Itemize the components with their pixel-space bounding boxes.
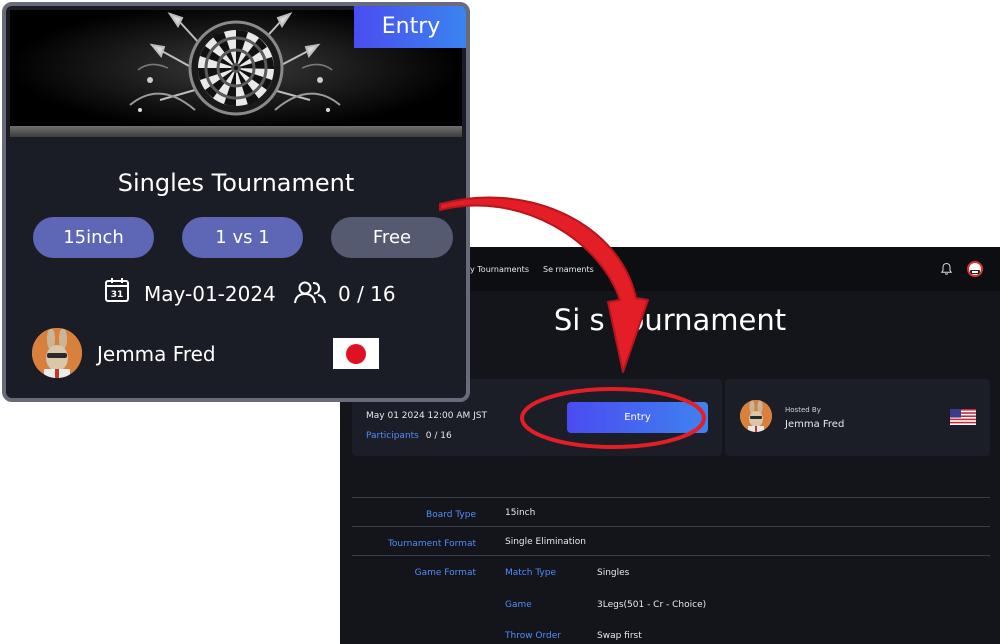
throw-order-value: Swap first bbox=[597, 631, 642, 641]
row-divider bbox=[352, 555, 990, 556]
us-flag-icon bbox=[950, 409, 976, 425]
entry-fee-tag: Free bbox=[331, 217, 453, 258]
host-avatar bbox=[32, 328, 82, 378]
host-card: Hosted By Jemma Fred bbox=[725, 379, 990, 456]
card-date: May-01-2024 bbox=[144, 282, 276, 306]
tournament-datetime: May 01 2024 12:00 AM JST bbox=[366, 411, 487, 421]
tournament-format-label: Tournament Format bbox=[387, 539, 476, 549]
nav-search-tournaments[interactable]: Se rnaments bbox=[543, 265, 594, 274]
board-size-tag: 15inch bbox=[33, 217, 154, 258]
board-type-value: 15inch bbox=[505, 508, 536, 518]
match-type-value: Singles bbox=[597, 568, 630, 578]
host-avatar bbox=[740, 400, 772, 432]
svg-text:31: 31 bbox=[111, 290, 124, 300]
match-mode-tag: 1 vs 1 bbox=[182, 217, 303, 258]
row-divider bbox=[352, 526, 990, 527]
game-format-label: Game Format bbox=[414, 568, 476, 578]
people-icon bbox=[294, 281, 326, 304]
participants-count: 0 / 16 bbox=[425, 431, 452, 441]
host-name: Jemma Fred bbox=[97, 342, 216, 366]
tournament-format-value: Single Elimination bbox=[505, 537, 586, 547]
game-value: 3Legs(501 - Cr - Choice) bbox=[597, 600, 707, 610]
participants-info: Participants 0 / 16 bbox=[366, 431, 452, 441]
entry-badge[interactable]: Entry bbox=[354, 6, 466, 48]
nav-my-tournaments[interactable]: y Tournaments bbox=[470, 265, 529, 274]
jp-flag-icon bbox=[333, 338, 379, 369]
user-avatar[interactable] bbox=[967, 261, 983, 277]
row-divider bbox=[352, 497, 990, 498]
participant-count: 0 / 16 bbox=[338, 282, 396, 306]
tournament-details-table: Board Type 15inch Tournament Format Sing… bbox=[352, 497, 990, 644]
participants-label: Participants bbox=[366, 431, 419, 441]
banner-strip bbox=[10, 126, 462, 137]
card-title: Singles Tournament bbox=[117, 169, 355, 197]
hosted-by-label: Hosted By bbox=[785, 406, 821, 414]
match-type-label: Match Type bbox=[505, 568, 556, 578]
entry-button[interactable]: Entry bbox=[567, 402, 708, 433]
game-label: Game bbox=[505, 600, 532, 610]
calendar-icon: 31 bbox=[105, 278, 129, 302]
bell-icon[interactable] bbox=[940, 262, 953, 276]
throw-order-label: Throw Order bbox=[505, 631, 562, 641]
tournament-card[interactable]: Entry Singles Tournament 15inch 1 vs 1 F… bbox=[2, 2, 470, 402]
board-type-label: Board Type bbox=[426, 510, 476, 520]
host-name: Jemma Fred bbox=[785, 419, 845, 430]
